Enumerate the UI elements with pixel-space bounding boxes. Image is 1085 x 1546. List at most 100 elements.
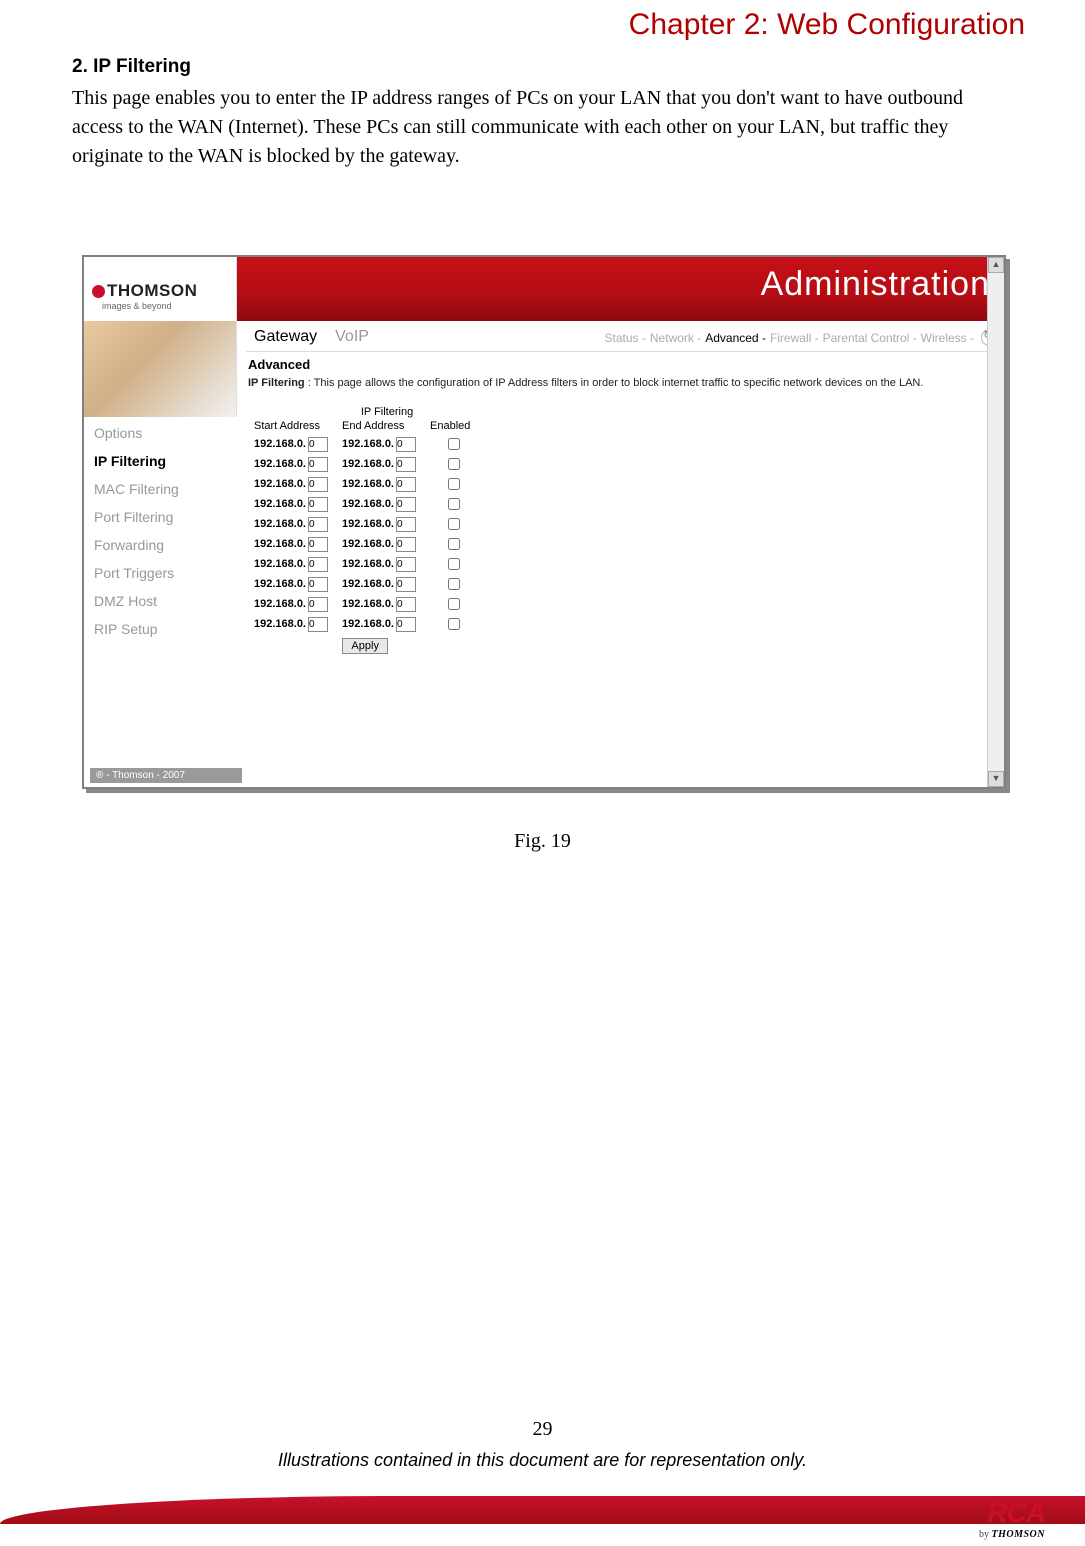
sidebar-item-rip-setup[interactable]: RIP Setup [84,615,236,643]
logo-tagline: images & beyond [102,301,172,311]
footer-swoosh [0,1496,1085,1524]
end-octet-input[interactable] [396,517,416,532]
end-octet-input[interactable] [396,617,416,632]
end-address-cell: 192.168.0. [342,534,430,554]
sidebar-item-mac-filtering[interactable]: MAC Filtering [84,475,236,503]
ip-filter-row: 192.168.0.192.168.0. [254,434,476,454]
enabled-checkbox[interactable] [448,458,460,470]
apply-button[interactable]: Apply [342,638,388,654]
enabled-checkbox[interactable] [448,558,460,570]
enabled-checkbox[interactable] [448,438,460,450]
desc-text: : This page allows the configuration of … [305,377,924,389]
sub-tab-status[interactable]: Status - [605,331,646,345]
sub-tab-firewall[interactable]: Firewall - [770,331,819,345]
start-address-cell: 192.168.0. [254,474,342,494]
sub-tab-network[interactable]: Network - [650,331,701,345]
end-octet-input[interactable] [396,537,416,552]
sidebar-item-port-filtering[interactable]: Port Filtering [84,503,236,531]
start-octet-input[interactable] [308,437,328,452]
end-octet-input[interactable] [396,437,416,452]
main-tab-voip[interactable]: VoIP [335,328,369,345]
enabled-checkbox[interactable] [448,538,460,550]
start-octet-input[interactable] [308,617,328,632]
enabled-checkbox[interactable] [448,598,460,610]
start-octet-input[interactable] [308,537,328,552]
vertical-scrollbar[interactable]: ▲ ▼ [987,257,1004,787]
rca-logo-block: RCA by THOMSON [979,1497,1045,1540]
start-octet-input[interactable] [308,577,328,592]
enabled-checkbox[interactable] [448,578,460,590]
enabled-cell [430,594,476,614]
end-octet-input[interactable] [396,457,416,472]
end-octet-input[interactable] [396,497,416,512]
end-octet-input[interactable] [396,597,416,612]
scroll-up-icon[interactable]: ▲ [988,257,1004,273]
disclaimer-text: Illustrations contained in this document… [0,1450,1085,1471]
end-octet-input[interactable] [396,477,416,492]
sub-tab-advanced[interactable]: Advanced - [705,331,766,345]
start-octet-input[interactable] [308,557,328,572]
end-address-cell: 192.168.0. [342,454,430,474]
enabled-checkbox[interactable] [448,478,460,490]
ip-filter-row: 192.168.0.192.168.0. [254,554,476,574]
sidebar-item-dmz-host[interactable]: DMZ Host [84,587,236,615]
end-octet-input[interactable] [396,557,416,572]
col-end-address: End Address [342,420,430,434]
scroll-down-icon[interactable]: ▼ [988,771,1004,787]
ip-filter-table: IP Filtering Start Address End Address E… [254,406,996,655]
enabled-cell [430,494,476,514]
sub-tab-wireless[interactable]: Wireless - [921,331,974,345]
apply-row: Apply [254,634,476,655]
sidebar-item-ip-filtering[interactable]: IP Filtering [84,447,236,475]
page-number: 29 [0,1418,1085,1441]
start-octet-input[interactable] [308,497,328,512]
sidebar: OptionsIP FilteringMAC FilteringPort Fil… [84,419,236,643]
main-tab-gateway[interactable]: Gateway [254,328,317,345]
enabled-cell [430,534,476,554]
rca-logo: RCA [979,1497,1045,1529]
end-address-cell: 192.168.0. [342,434,430,454]
start-address-cell: 192.168.0. [254,454,342,474]
start-address-cell: 192.168.0. [254,574,342,594]
ip-filter-row: 192.168.0.192.168.0. [254,514,476,534]
banner-title: Administration [761,265,990,304]
sub-nav: Status - Network - Advanced - Firewall - Par… [603,331,976,345]
sub-tab-parental-control[interactable]: Parental Control - [823,331,917,345]
start-octet-input[interactable] [308,517,328,532]
ip-filter-row: 192.168.0.192.168.0. [254,534,476,554]
rca-by: by [979,1529,992,1540]
end-address-cell: 192.168.0. [342,574,430,594]
enabled-cell [430,514,476,534]
enabled-cell [430,454,476,474]
rca-subtext: by THOMSON [979,1529,1045,1540]
col-enabled: Enabled [430,420,476,434]
start-address-cell: 192.168.0. [254,554,342,574]
ip-filter-row: 192.168.0.192.168.0. [254,594,476,614]
start-octet-input[interactable] [308,457,328,472]
enabled-checkbox[interactable] [448,498,460,510]
rca-thomson: THOMSON [991,1529,1045,1540]
screenshot-frame: Administration THOMSON images & beyond O… [82,255,1006,789]
main-tabs: Gateway VoIP [254,328,387,346]
logo-text: THOMSON [107,281,197,300]
thomson-logo: THOMSON [92,281,197,301]
enabled-checkbox[interactable] [448,618,460,630]
hero-image [84,321,236,417]
table-caption: IP Filtering [254,406,520,418]
logo-block: THOMSON images & beyond [84,257,237,417]
section-heading: 2. IP Filtering [72,56,191,78]
start-address-cell: 192.168.0. [254,594,342,614]
ip-filter-row: 192.168.0.192.168.0. [254,574,476,594]
start-address-cell: 192.168.0. [254,514,342,534]
copyright-footer: ® - Thomson - 2007 [90,768,242,783]
top-nav: Gateway VoIP Status - Network - Advanced - F… [246,325,1004,352]
sidebar-item-forwarding[interactable]: Forwarding [84,531,236,559]
sidebar-item-port-triggers[interactable]: Port Triggers [84,559,236,587]
start-octet-input[interactable] [308,597,328,612]
start-octet-input[interactable] [308,477,328,492]
sidebar-item-options[interactable]: Options [84,419,236,447]
document-page: Chapter 2: Web Configuration 2. IP Filte… [0,0,1085,1546]
end-octet-input[interactable] [396,577,416,592]
enabled-checkbox[interactable] [448,518,460,530]
start-address-cell: 192.168.0. [254,494,342,514]
